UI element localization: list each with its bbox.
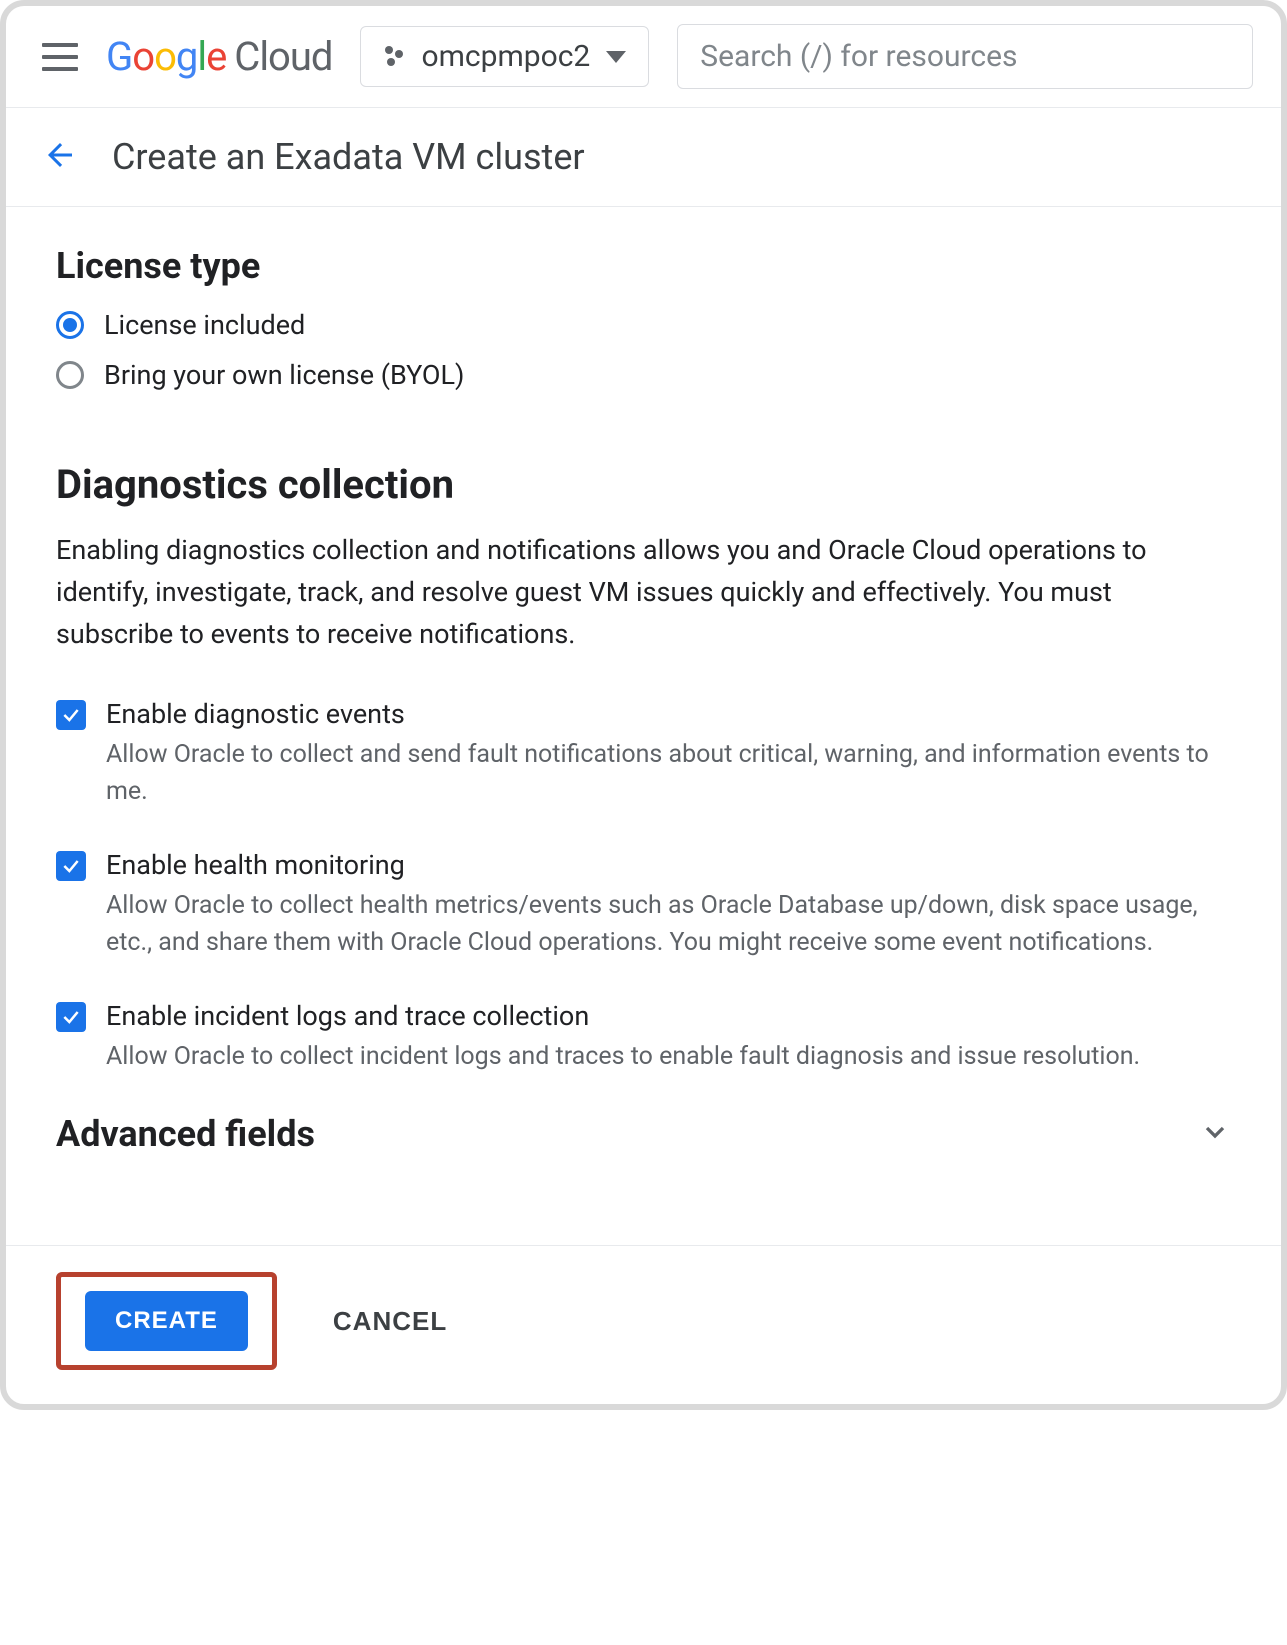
checkbox-sublabel: Allow Oracle to collect health metrics/e… xyxy=(106,887,1231,962)
logo-product: Cloud xyxy=(234,33,332,80)
checkbox-icon xyxy=(56,851,86,881)
checkbox-health-monitoring[interactable]: Enable health monitoring Allow Oracle to… xyxy=(56,849,1231,962)
google-cloud-logo[interactable]: Google Cloud xyxy=(106,33,332,80)
diagnostics-heading: Diagnostics collection xyxy=(56,461,1231,508)
project-icon xyxy=(383,46,405,68)
page-header: Create an Exadata VM cluster xyxy=(6,108,1281,207)
create-highlight: CREATE xyxy=(56,1272,277,1370)
menu-icon[interactable] xyxy=(42,43,78,71)
radio-label: License included xyxy=(104,309,305,341)
checkbox-icon xyxy=(56,700,86,730)
checkbox-incident-logs[interactable]: Enable incident logs and trace collectio… xyxy=(56,1000,1231,1076)
advanced-fields-toggle[interactable]: Advanced fields xyxy=(56,1113,1231,1155)
create-button[interactable]: CREATE xyxy=(85,1291,248,1351)
advanced-heading: Advanced fields xyxy=(56,1113,315,1155)
chevron-down-icon xyxy=(1199,1116,1231,1152)
checkbox-label: Enable diagnostic events xyxy=(106,698,1231,730)
checkbox-icon xyxy=(56,1002,86,1032)
radio-license-included[interactable]: License included xyxy=(56,309,1231,341)
license-heading: License type xyxy=(56,245,1231,287)
checkbox-diagnostic-events[interactable]: Enable diagnostic events Allow Oracle to… xyxy=(56,698,1231,811)
radio-label: Bring your own license (BYOL) xyxy=(104,359,464,391)
diagnostics-description: Enabling diagnostics collection and noti… xyxy=(56,530,1231,656)
checkbox-label: Enable incident logs and trace collectio… xyxy=(106,1000,1140,1032)
radio-icon xyxy=(56,311,84,339)
footer-bar: CREATE CANCEL xyxy=(6,1245,1281,1404)
radio-icon xyxy=(56,361,84,389)
chevron-down-icon xyxy=(606,51,626,63)
checkbox-sublabel: Allow Oracle to collect and send fault n… xyxy=(106,736,1231,811)
project-picker[interactable]: omcpmpoc2 xyxy=(360,26,649,87)
top-bar: Google Cloud omcpmpoc2 Search (/) for re… xyxy=(6,6,1281,108)
project-name: omcpmpoc2 xyxy=(421,39,590,74)
page-title: Create an Exadata VM cluster xyxy=(112,136,585,178)
radio-license-byol[interactable]: Bring your own license (BYOL) xyxy=(56,359,1231,391)
search-input[interactable]: Search (/) for resources xyxy=(677,24,1253,89)
back-arrow-icon[interactable] xyxy=(42,137,78,177)
checkbox-sublabel: Allow Oracle to collect incident logs an… xyxy=(106,1038,1140,1076)
checkbox-label: Enable health monitoring xyxy=(106,849,1231,881)
cancel-button[interactable]: CANCEL xyxy=(327,1305,453,1338)
